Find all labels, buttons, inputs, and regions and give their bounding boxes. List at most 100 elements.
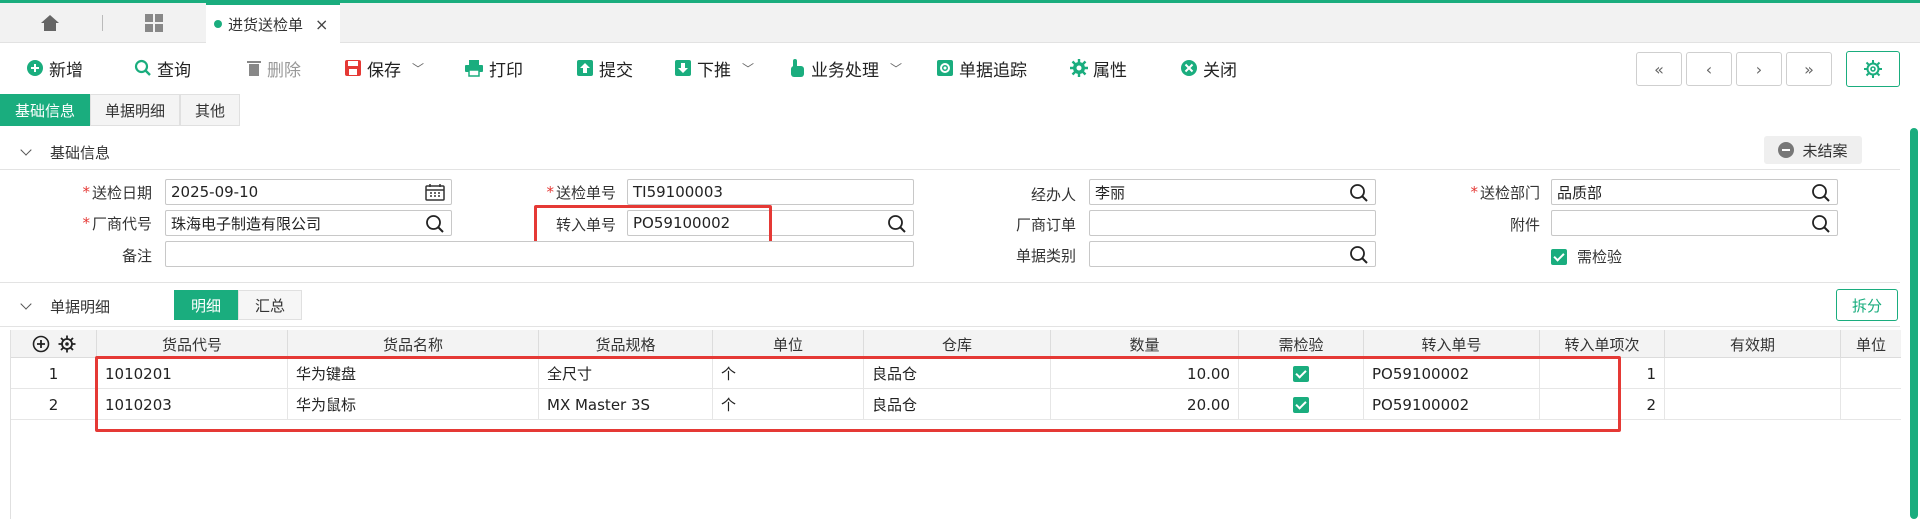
col-header[interactable]: 货品代号: [97, 330, 288, 358]
search-icon[interactable]: [887, 214, 907, 234]
settings-button[interactable]: [1846, 51, 1900, 87]
attachment-field[interactable]: [1551, 210, 1838, 236]
search-icon[interactable]: [1349, 245, 1369, 265]
home-icon: [41, 15, 59, 31]
submit-button[interactable]: 提交: [576, 56, 633, 81]
hand-pointer-icon: [791, 59, 804, 77]
col-header[interactable]: 转入单项次: [1540, 330, 1665, 358]
cell-unit2[interactable]: [1841, 358, 1901, 389]
doc-type-field[interactable]: [1089, 241, 1376, 267]
query-button[interactable]: 查询: [134, 56, 191, 81]
status-badge: 未结案: [1764, 136, 1862, 164]
checkbox-checked-icon[interactable]: [1551, 248, 1567, 265]
gear-icon: [1070, 59, 1088, 77]
col-header[interactable]: 转入单号: [1364, 330, 1540, 358]
handler-field[interactable]: 李丽: [1089, 179, 1376, 205]
remark-label: 备注: [121, 246, 152, 265]
chevron-down-icon[interactable]: ﹀: [742, 60, 754, 77]
detail-section-header[interactable]: 单据明细: [0, 290, 160, 322]
cell-expiry[interactable]: [1665, 358, 1841, 389]
add-row-icon[interactable]: [32, 335, 50, 353]
next-record-button[interactable]: ›: [1736, 52, 1782, 86]
handler-label: 经办人: [1030, 185, 1076, 204]
search-icon[interactable]: [425, 214, 445, 234]
split-button[interactable]: 拆分: [1836, 289, 1898, 321]
tab-other[interactable]: 其他: [180, 94, 241, 126]
cell-unit2[interactable]: [1841, 389, 1901, 420]
remark-field[interactable]: [165, 241, 914, 267]
inspect-date-field[interactable]: 2025-09-10: [165, 179, 452, 205]
row-index: 2: [11, 389, 97, 420]
tab-basic-info[interactable]: 基础信息: [0, 94, 91, 126]
prev-record-button[interactable]: ‹: [1686, 52, 1732, 86]
close-circle-icon: [1181, 60, 1197, 76]
first-record-button[interactable]: «: [1636, 52, 1682, 86]
basic-info-header[interactable]: 基础信息: [0, 136, 1900, 168]
inspect-date-label: * 送检日期: [82, 183, 152, 202]
header-actions: [11, 330, 97, 358]
col-header[interactable]: 仓库: [864, 330, 1051, 358]
save-button[interactable]: 保存 ﹀: [344, 56, 424, 81]
scrollbar-thumb[interactable]: [1910, 128, 1918, 519]
double-chevron-right-icon: »: [1804, 59, 1814, 79]
search-icon[interactable]: [1349, 183, 1369, 203]
vendor-field[interactable]: 珠海电子制造有限公司: [165, 210, 452, 236]
home-tab[interactable]: [0, 3, 100, 43]
push-down-button[interactable]: 下推 ﹀: [674, 56, 754, 81]
col-header[interactable]: 货品规格: [539, 330, 713, 358]
divider: [0, 169, 1900, 170]
col-header[interactable]: 单位: [713, 330, 864, 358]
search-icon[interactable]: [1811, 214, 1831, 234]
vendor-order-label: 厂商订单: [1015, 215, 1076, 234]
divider: [0, 326, 1900, 327]
col-header[interactable]: 货品名称: [288, 330, 539, 358]
col-header[interactable]: 需检验: [1239, 330, 1364, 358]
need-inspect-checkbox[interactable]: 需检验: [1551, 246, 1622, 267]
transfer-no-highlight: [534, 205, 772, 245]
tab-summary[interactable]: 汇总: [238, 290, 303, 320]
trace-button[interactable]: 单据追踪: [936, 56, 1027, 81]
column-settings-icon[interactable]: [58, 335, 76, 353]
doc-type-label: 单据类别: [1015, 246, 1076, 265]
print-button[interactable]: 打印: [464, 56, 523, 81]
col-header[interactable]: 有效期: [1665, 330, 1841, 358]
col-header[interactable]: 单位: [1841, 330, 1901, 358]
tab-inspection-doc[interactable]: 进货送检单 ×: [206, 3, 340, 43]
inspect-no-field[interactable]: TI59100003: [627, 179, 914, 205]
close-button[interactable]: 关闭: [1180, 56, 1237, 81]
chevron-down-icon[interactable]: [20, 298, 32, 310]
active-dot-icon: [214, 20, 222, 28]
print-label: 打印: [489, 60, 523, 81]
toolbar: 新增 查询 删除 保存 ﹀ 打印 提交 下推 ﹀ 业务处理 ﹀ 单据追踪 属性: [0, 44, 1920, 92]
col-header[interactable]: 数量: [1051, 330, 1239, 358]
close-tab-icon[interactable]: ×: [315, 15, 328, 34]
chevron-down-icon[interactable]: [20, 144, 32, 156]
save-icon: [345, 60, 361, 76]
save-label: 保存: [367, 60, 401, 81]
properties-button[interactable]: 属性: [1070, 56, 1127, 81]
attachment-label: 附件: [1509, 215, 1540, 234]
last-record-button[interactable]: »: [1786, 52, 1832, 86]
search-icon[interactable]: [1811, 183, 1831, 203]
status-text: 未结案: [1802, 141, 1848, 160]
tab-doc-detail[interactable]: 单据明细: [90, 94, 181, 126]
new-button[interactable]: 新增: [26, 56, 83, 81]
delete-label: 删除: [267, 60, 301, 81]
chevron-right-icon: ›: [1755, 59, 1763, 79]
row-index: 1: [11, 358, 97, 389]
cell-expiry[interactable]: [1665, 389, 1841, 420]
dept-field[interactable]: 品质部: [1551, 179, 1838, 205]
business-button[interactable]: 业务处理 ﹀: [788, 56, 902, 81]
delete-button[interactable]: 删除: [246, 56, 301, 81]
upload-icon: [577, 60, 593, 76]
submit-label: 提交: [599, 60, 633, 81]
vendor-order-field[interactable]: [1089, 210, 1376, 236]
chevron-down-icon[interactable]: ﹀: [412, 60, 424, 77]
tab-divider: [102, 15, 103, 31]
tab-detail[interactable]: 明细: [174, 290, 239, 320]
chevron-down-icon[interactable]: ﹀: [890, 60, 902, 77]
inspect-no-label: * 送检单号: [546, 183, 616, 202]
dept-label: * 送检部门: [1470, 183, 1540, 202]
calendar-icon[interactable]: [425, 183, 445, 201]
apps-tab[interactable]: [104, 3, 204, 43]
